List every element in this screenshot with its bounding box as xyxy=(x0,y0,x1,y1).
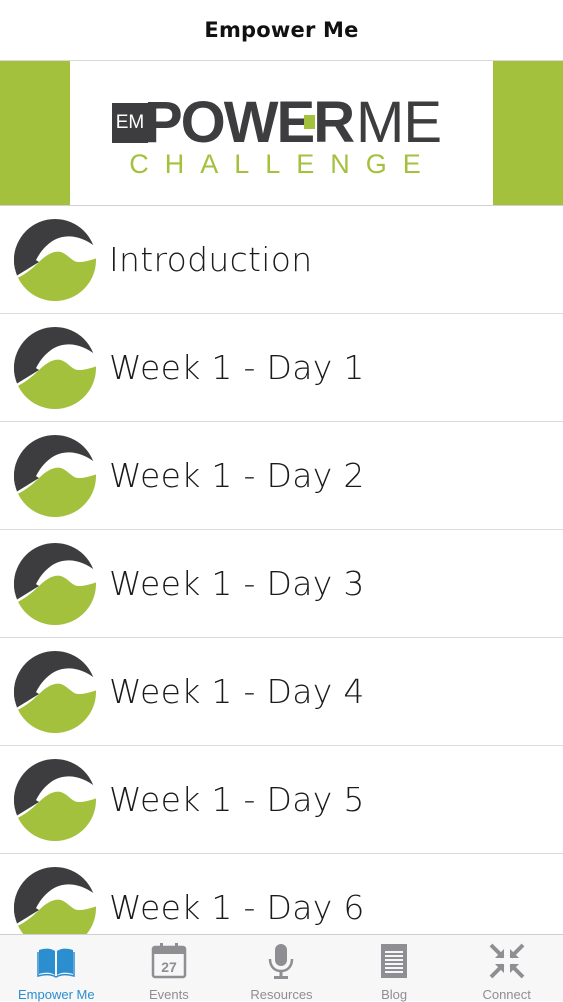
tab-connect[interactable]: Connect xyxy=(450,935,563,1002)
logo-accent-square xyxy=(304,115,315,129)
list-item[interactable]: Week 1 - Day 2 xyxy=(0,422,563,530)
empower-me-logo-icon xyxy=(13,542,97,626)
banner-green-bar-left xyxy=(0,61,70,205)
header-banner: EM POWER ME CHALLENGE xyxy=(0,61,563,206)
document-icon xyxy=(374,941,414,985)
list-item-label: Week 1 - Day 2 xyxy=(109,456,365,495)
calendar-icon: 27 xyxy=(149,941,189,985)
list-item-label: Week 1 - Day 3 xyxy=(109,564,365,603)
empower-me-logo-icon xyxy=(13,434,97,518)
tab-events[interactable]: 27 Events xyxy=(113,935,226,1002)
empower-me-logo-icon xyxy=(13,758,97,842)
empower-me-logo-icon xyxy=(13,326,97,410)
tab-resources[interactable]: Resources xyxy=(225,935,338,1002)
list-item[interactable]: Week 1 - Day 1 xyxy=(0,314,563,422)
book-icon xyxy=(36,941,76,985)
list-item-label: Week 1 - Day 6 xyxy=(109,888,365,927)
list-item-label: Week 1 - Day 4 xyxy=(109,672,365,711)
list-item[interactable]: Week 1 - Day 6 xyxy=(0,854,563,934)
logo-em-badge: EM xyxy=(112,103,148,143)
banner-green-bar-right xyxy=(493,61,563,205)
empower-me-challenge-logo: EM POWER ME CHALLENGE xyxy=(108,90,453,181)
page-title: Empower Me xyxy=(204,18,359,42)
list-item[interactable]: Introduction xyxy=(0,206,563,314)
empower-me-logo-icon xyxy=(13,218,97,302)
list-item[interactable]: Week 1 - Day 5 xyxy=(0,746,563,854)
calendar-day-number: 27 xyxy=(161,959,177,975)
navigation-bar: Empower Me xyxy=(0,0,563,61)
list-item[interactable]: Week 1 - Day 4 xyxy=(0,638,563,746)
list-item-label: Week 1 - Day 1 xyxy=(109,348,365,387)
tab-bar: Empower Me 27 Events Resources Blog Connect xyxy=(0,934,563,1002)
tab-blog[interactable]: Blog xyxy=(338,935,451,1002)
empower-me-logo-icon xyxy=(13,866,97,934)
list-item[interactable]: Week 1 - Day 3 xyxy=(0,530,563,638)
microphone-icon xyxy=(261,941,301,985)
challenge-list: Introduction Week 1 - Day 1 Week 1 - Day 2… xyxy=(0,206,563,934)
list-item-label: Introduction xyxy=(109,240,313,279)
logo-challenge-text: CHALLENGE xyxy=(129,149,437,179)
empower-me-logo-icon xyxy=(13,650,97,734)
logo-power-text: POWER xyxy=(144,90,355,155)
compress-arrows-icon xyxy=(487,941,527,985)
tab-empower-me[interactable]: Empower Me xyxy=(0,935,113,1002)
logo-me-text: ME xyxy=(356,90,442,155)
list-item-label: Week 1 - Day 5 xyxy=(109,780,365,819)
